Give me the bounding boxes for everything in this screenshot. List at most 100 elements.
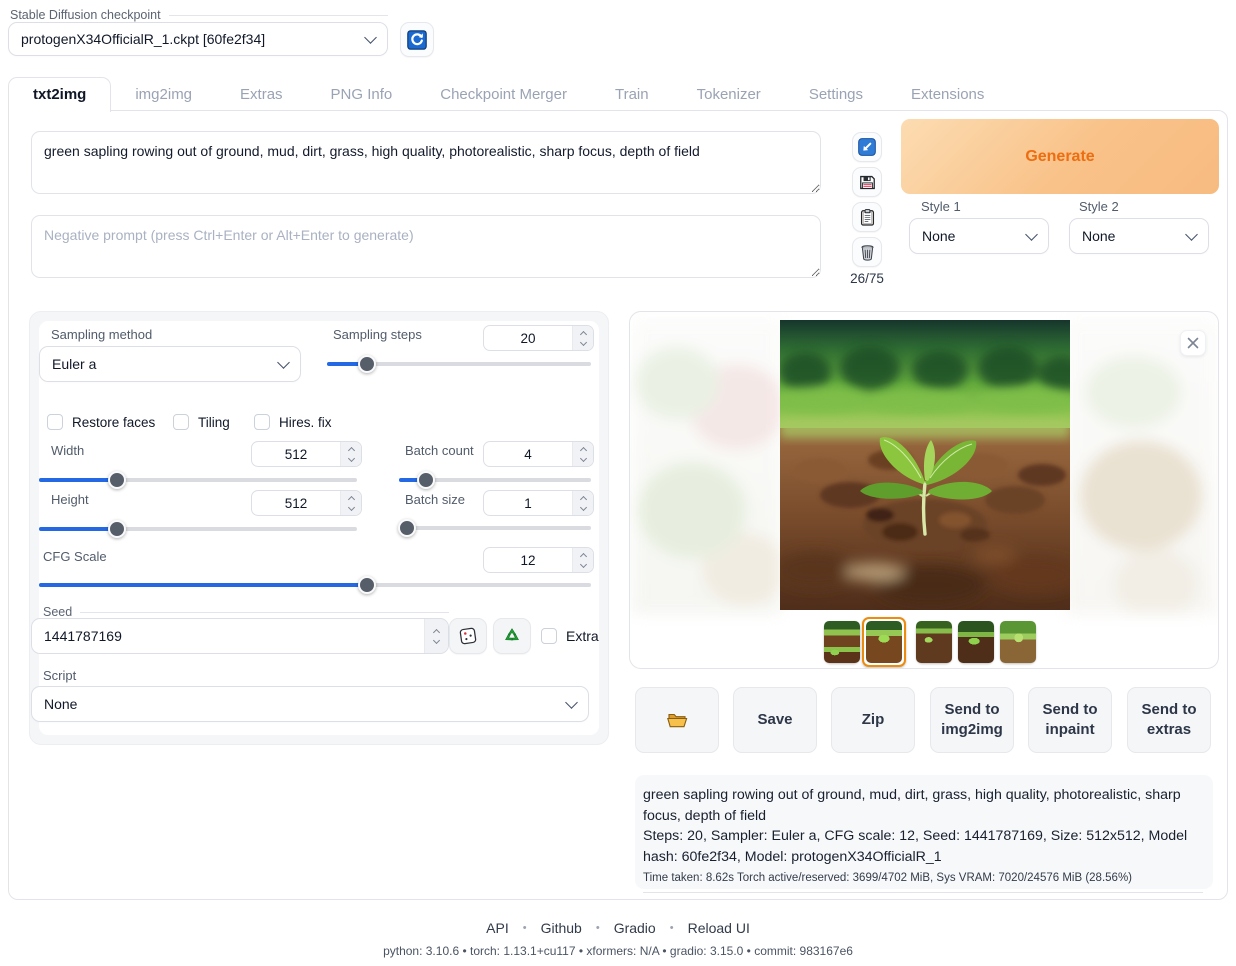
stepper-arrows[interactable]: [340, 442, 361, 466]
width-input[interactable]: [252, 442, 340, 466]
send-to-img2img-button[interactable]: Send to img2img: [930, 687, 1014, 753]
negative-prompt-input[interactable]: [31, 215, 821, 278]
thumbnail-image: [958, 621, 994, 663]
tab-checkpoint-merger[interactable]: Checkpoint Merger: [416, 78, 591, 112]
batch-count-slider[interactable]: [399, 471, 591, 489]
style1-value: None: [922, 228, 955, 244]
batch-size-slider[interactable]: [399, 519, 591, 537]
send-to-extras-button[interactable]: Send to extras: [1127, 687, 1211, 753]
gallery-blur-left: [632, 318, 782, 614]
stepper-arrows[interactable]: [572, 491, 593, 515]
apply-style-button[interactable]: [852, 202, 882, 232]
footer-link-gradio[interactable]: Gradio: [614, 920, 656, 936]
tab-txt2img[interactable]: txt2img: [8, 77, 111, 112]
gallery-thumbnail-3[interactable]: [916, 621, 952, 663]
height-input[interactable]: [252, 491, 340, 515]
slider-knob[interactable]: [108, 520, 126, 538]
slider-knob[interactable]: [398, 519, 416, 537]
batch-size-input[interactable]: [484, 491, 572, 515]
height-input-box: [251, 490, 362, 516]
extra-seed-checkbox[interactable]: Extra: [541, 628, 599, 644]
thumbnail-image: [866, 621, 902, 663]
width-slider[interactable]: [39, 471, 357, 489]
clipboard-icon: [858, 208, 877, 227]
style2-dropdown[interactable]: None: [1069, 218, 1209, 254]
sampling-steps-slider[interactable]: [327, 355, 591, 373]
height-slider[interactable]: [39, 520, 357, 538]
dice-icon: [458, 626, 478, 646]
footer-separator: •: [523, 922, 527, 934]
slider-knob[interactable]: [108, 471, 126, 489]
txt2img-panel: green sapling rowing out of ground, mud,…: [8, 110, 1228, 900]
sampling-steps-label: Sampling steps: [333, 327, 422, 342]
prompt-input[interactable]: green sapling rowing out of ground, mud,…: [31, 131, 821, 194]
random-seed-button[interactable]: [449, 618, 487, 654]
script-value: None: [44, 696, 77, 712]
slider-knob[interactable]: [358, 576, 376, 594]
gallery-thumbnail-2-selected[interactable]: [862, 617, 906, 667]
save-button[interactable]: Save: [733, 687, 817, 753]
batch-count-input[interactable]: [484, 442, 572, 466]
result-gallery: [629, 311, 1219, 669]
footer-link-api[interactable]: API: [486, 920, 509, 936]
trash-icon: [858, 243, 877, 262]
paste-params-button[interactable]: [852, 132, 882, 162]
tab-settings[interactable]: Settings: [785, 78, 887, 112]
stepper-arrows[interactable]: [340, 491, 361, 515]
restore-faces-checkbox[interactable]: Restore faces: [47, 414, 155, 430]
style1-dropdown[interactable]: None: [909, 218, 1049, 254]
open-folder-button[interactable]: [635, 687, 719, 753]
generate-button[interactable]: Generate: [901, 119, 1219, 194]
tab-tokenizer[interactable]: Tokenizer: [673, 78, 785, 112]
style1-label: Style 1: [921, 199, 961, 214]
slider-fill: [39, 583, 367, 587]
hires-fix-checkbox[interactable]: Hires. fix: [254, 414, 332, 430]
arrow-down-left-icon: [857, 137, 877, 157]
folder-icon: [665, 708, 689, 732]
refresh-checkpoints-button[interactable]: [400, 22, 434, 57]
seed-input[interactable]: [32, 619, 424, 653]
generated-image[interactable]: [780, 320, 1070, 610]
stepper-arrows[interactable]: [424, 619, 448, 653]
cfg-scale-input[interactable]: [484, 548, 572, 572]
checkpoint-dropdown[interactable]: protogenX34OfficialR_1.ckpt [60fe2f34]: [8, 22, 388, 56]
clear-prompt-button[interactable]: [852, 237, 882, 267]
style2-value: None: [1082, 228, 1115, 244]
checkpoint-label: Stable Diffusion checkpoint: [10, 8, 388, 22]
width-label: Width: [51, 443, 84, 458]
gallery-thumbnail-1[interactable]: [824, 621, 860, 663]
sampling-method-dropdown[interactable]: Euler a: [39, 346, 301, 382]
send-to-inpaint-button[interactable]: Send to inpaint: [1028, 687, 1112, 753]
stepper-arrows[interactable]: [572, 326, 593, 350]
slider-fill: [39, 527, 117, 531]
slider-track: [399, 526, 591, 530]
gallery-thumbnail-4[interactable]: [958, 621, 994, 663]
tiling-checkbox[interactable]: Tiling: [173, 414, 230, 430]
gallery-thumbnail-5[interactable]: [1000, 621, 1036, 663]
cfg-scale-slider[interactable]: [39, 576, 591, 594]
footer-separator: •: [596, 922, 600, 934]
thumbnail-image: [824, 621, 860, 663]
stepper-arrows[interactable]: [572, 442, 593, 466]
tab-train[interactable]: Train: [591, 78, 673, 112]
stepper-arrows[interactable]: [572, 548, 593, 572]
tab-png-info[interactable]: PNG Info: [307, 78, 417, 112]
zip-button[interactable]: Zip: [831, 687, 915, 753]
tab-extensions[interactable]: Extensions: [887, 78, 1008, 112]
tab-extras[interactable]: Extras: [216, 78, 307, 112]
slider-knob[interactable]: [417, 471, 435, 489]
tab-img2img[interactable]: img2img: [111, 78, 216, 112]
checkbox-icon: [254, 414, 270, 430]
width-input-box: [251, 441, 362, 467]
sampling-steps-input[interactable]: [484, 326, 572, 350]
cfg-scale-label: CFG Scale: [43, 549, 107, 564]
save-style-button[interactable]: [852, 167, 882, 197]
slider-knob[interactable]: [358, 355, 376, 373]
floppy-disk-icon: [858, 173, 877, 192]
script-dropdown[interactable]: None: [31, 686, 589, 722]
footer-link-reload-ui[interactable]: Reload UI: [688, 920, 750, 936]
footer-link-github[interactable]: Github: [541, 920, 582, 936]
checkbox-icon: [173, 414, 189, 430]
reuse-seed-button[interactable]: [493, 618, 531, 654]
close-gallery-button[interactable]: [1180, 330, 1206, 356]
